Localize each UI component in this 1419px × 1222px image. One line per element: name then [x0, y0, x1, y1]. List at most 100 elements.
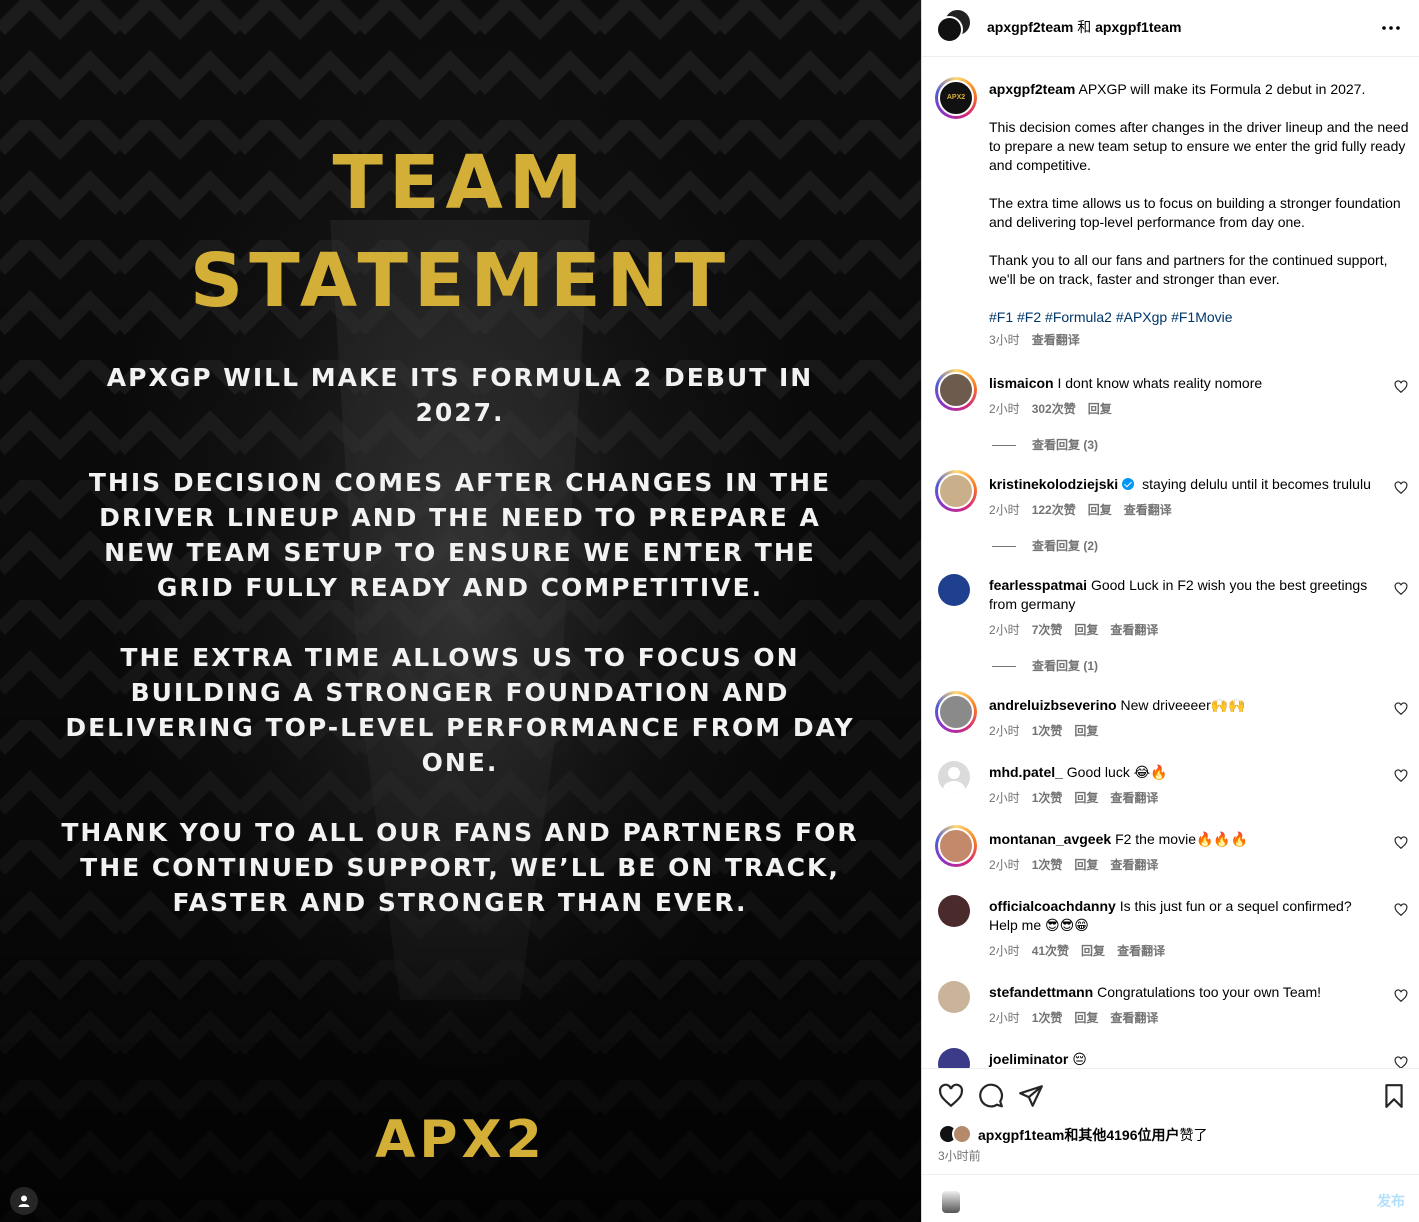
reply-button[interactable]: 回复: [1081, 944, 1105, 958]
translate-link[interactable]: 查看翻译: [1110, 791, 1158, 805]
reply-button[interactable]: 回复: [1074, 724, 1098, 738]
heart-icon[interactable]: [1394, 1056, 1408, 1068]
liker-avatar[interactable]: [952, 1124, 972, 1144]
comment-username[interactable]: joeliminator: [989, 1051, 1068, 1067]
heart-icon[interactable]: [1394, 582, 1408, 596]
caption-translate-link[interactable]: 查看翻译: [1032, 333, 1080, 347]
comment-username[interactable]: stefandettmann: [989, 984, 1093, 1000]
comment-username[interactable]: kristinekolodziejski: [989, 476, 1118, 492]
more-options-icon[interactable]: [1379, 16, 1403, 40]
translate-link[interactable]: 查看翻译: [1110, 623, 1158, 637]
comment-avatar[interactable]: [938, 828, 974, 864]
post-owners: apxgpf2team 和 apxgpf1team: [987, 17, 1182, 37]
headline-statement: STATEMENT: [189, 238, 732, 324]
user-icon: [18, 1195, 30, 1207]
comment-text: F2 the movie🔥🔥🔥: [1115, 831, 1249, 847]
comment-likes[interactable]: 1次赞: [1032, 858, 1063, 872]
comment-time[interactable]: 2小时: [989, 1011, 1020, 1025]
caption-hashtags[interactable]: #F1 #F2 #Formula2 #APXgp #F1Movie: [989, 308, 1409, 327]
comment-username[interactable]: lismaicon: [989, 375, 1054, 391]
comment-avatar[interactable]: [938, 1048, 970, 1068]
post-caption: apxgpf2team APXGP will make its Formula …: [989, 80, 1409, 350]
comment-avatar[interactable]: [938, 372, 974, 408]
post-time[interactable]: 3小时前: [938, 1147, 981, 1164]
caption-avatar[interactable]: APX2: [938, 80, 974, 116]
reply-button[interactable]: 回复: [1074, 858, 1098, 872]
comment-avatar[interactable]: [938, 981, 970, 1013]
post-header: apxgpf2team 和 apxgpf1team: [922, 0, 1419, 57]
heart-icon[interactable]: [1394, 380, 1408, 394]
comment-username[interactable]: fearlesspatmai: [989, 577, 1087, 593]
comment-icon[interactable]: [978, 1083, 1004, 1109]
bookmark-icon[interactable]: [1381, 1083, 1407, 1109]
emoji-icon[interactable]: [942, 1191, 960, 1213]
comment-likes[interactable]: 1次赞: [1032, 724, 1063, 738]
apx2-mini-logo: APX2: [946, 94, 966, 101]
heart-icon[interactable]: [1394, 702, 1408, 716]
statement-paragraph: The extra time allows us to focus on bui…: [65, 643, 855, 777]
tagged-users-button[interactable]: [10, 1187, 38, 1215]
collab-avatar-front[interactable]: [936, 16, 963, 43]
reply-button[interactable]: 回复: [1088, 402, 1112, 416]
comment-likes[interactable]: 7次赞: [1032, 623, 1063, 637]
comment-avatar[interactable]: [938, 895, 970, 927]
post-image[interactable]: TEAM STATEMENT APXGP will make its Formu…: [0, 0, 921, 1222]
heart-icon[interactable]: [1394, 836, 1408, 850]
translate-link[interactable]: 查看翻译: [1110, 1011, 1158, 1025]
caption-meta: 3小时 查看翻译: [989, 331, 1409, 350]
view-replies-button[interactable]: 查看回复 (2): [992, 537, 1098, 554]
comment-time[interactable]: 2小时: [989, 791, 1020, 805]
comment-input[interactable]: [974, 1185, 1354, 1215]
comment-text: 😔: [1072, 1051, 1087, 1067]
paper-plane-icon[interactable]: [1018, 1083, 1044, 1109]
statement-paragraph: APXGP will make its Formula 2 debut in 2…: [106, 363, 814, 427]
comment-time[interactable]: 2小时: [989, 623, 1020, 637]
owner-joiner: 和: [1073, 19, 1096, 35]
comment-time[interactable]: 2小时: [989, 724, 1020, 738]
comment-username[interactable]: andreluizbseverino: [989, 697, 1117, 713]
comment-time[interactable]: 2小时: [989, 402, 1020, 416]
verified-badge-icon: [1122, 478, 1135, 490]
reply-button[interactable]: 回复: [1088, 503, 1112, 517]
translate-link[interactable]: 查看翻译: [1117, 944, 1165, 958]
statement-paragraph: This decision comes after changes in the…: [88, 468, 832, 602]
translate-link[interactable]: 查看翻译: [1110, 858, 1158, 872]
reply-button[interactable]: 回复: [1074, 791, 1098, 805]
comment-avatar[interactable]: [938, 574, 970, 606]
default-avatar-icon[interactable]: [938, 761, 970, 793]
comment-username[interactable]: officialcoachdanny: [989, 898, 1116, 914]
caption-first-line: APXGP will make its Formula 2 debut in 2…: [1078, 81, 1366, 97]
likes-suffix: 赞了: [1179, 1127, 1208, 1143]
comment-avatar[interactable]: [938, 694, 974, 730]
reply-button[interactable]: 回复: [1074, 623, 1098, 637]
comment-likes[interactable]: 302次赞: [1032, 402, 1076, 416]
caption-time[interactable]: 3小时: [989, 333, 1020, 347]
view-replies-button[interactable]: 查看回复 (3): [992, 436, 1098, 453]
post-comment-button[interactable]: 发布: [1377, 1191, 1405, 1211]
comment-username[interactable]: mhd.patel_: [989, 764, 1063, 780]
comment-likes[interactable]: 122次赞: [1032, 503, 1076, 517]
comment-time[interactable]: 2小时: [989, 503, 1020, 517]
comment-avatar[interactable]: [938, 473, 974, 509]
heart-icon[interactable]: [1394, 769, 1408, 783]
comment-username[interactable]: montanan_avgeek: [989, 831, 1111, 847]
reply-button[interactable]: 回复: [1074, 1011, 1098, 1025]
heart-icon[interactable]: [938, 1083, 964, 1109]
comment-likes[interactable]: 1次赞: [1032, 791, 1063, 805]
comment-time[interactable]: 2小时: [989, 858, 1020, 872]
collaborator-username[interactable]: apxgpf1team: [1095, 19, 1181, 35]
post-actions: [922, 1068, 1419, 1120]
heart-icon[interactable]: [1394, 481, 1408, 495]
likes-count[interactable]: 和其他4196位用户: [1064, 1127, 1179, 1143]
view-replies-button[interactable]: 查看回复 (1): [992, 657, 1098, 674]
heart-icon[interactable]: [1394, 989, 1408, 1003]
comment-time[interactable]: 2小时: [989, 944, 1020, 958]
liker-username[interactable]: apxgpf1team: [978, 1127, 1064, 1143]
comments-scroll-area[interactable]: APX2 apxgpf2team APXGP will make its For…: [922, 58, 1419, 1068]
comment-likes[interactable]: 41次赞: [1032, 944, 1069, 958]
comment-likes[interactable]: 1次赞: [1032, 1011, 1063, 1025]
heart-icon[interactable]: [1394, 903, 1408, 917]
owner-username[interactable]: apxgpf2team: [987, 19, 1073, 35]
translate-link[interactable]: 查看翻译: [1124, 503, 1172, 517]
caption-username[interactable]: apxgpf2team: [989, 81, 1075, 97]
